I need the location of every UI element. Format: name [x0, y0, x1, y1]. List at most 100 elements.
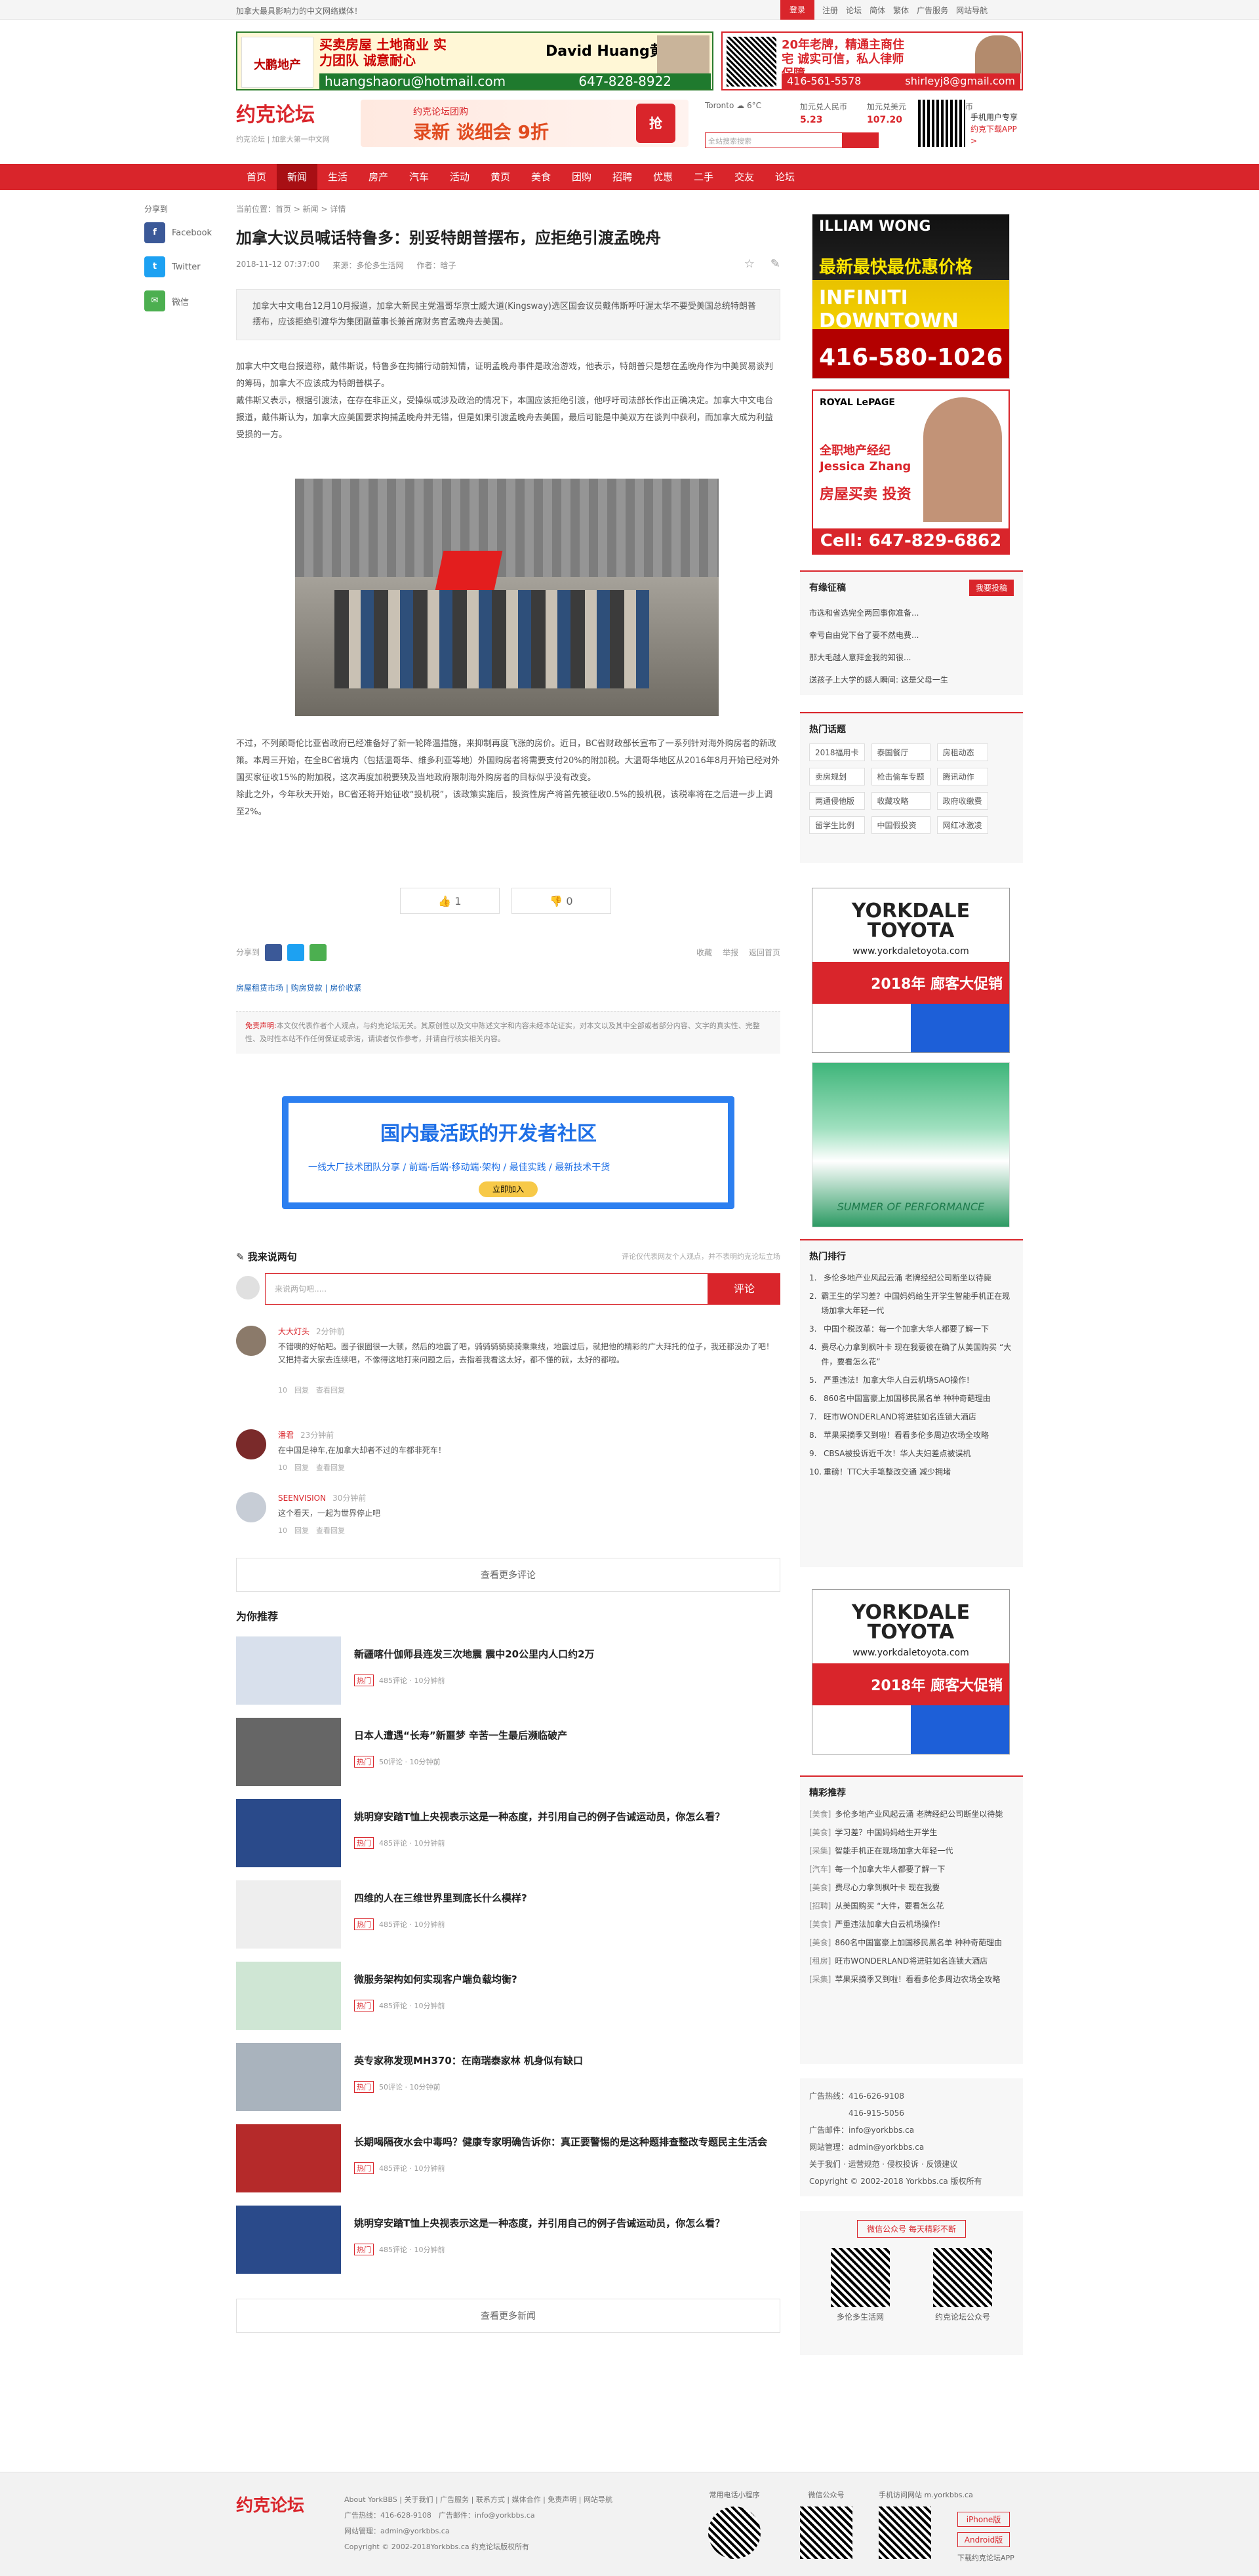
- nav-item[interactable]: 交友: [724, 164, 765, 190]
- favorite-link[interactable]: 收藏: [696, 947, 712, 958]
- nav-item[interactable]: 二手: [683, 164, 724, 190]
- recommend-item[interactable]: 微服务架构如何实现客户端负载均衡? 热门 485评论 · 10分钟前: [236, 1962, 780, 2034]
- acura-ad[interactable]: SUMMER OF PERFORMANCE: [812, 1062, 1010, 1227]
- register-link[interactable]: 注册: [822, 5, 838, 16]
- hot-tag[interactable]: 卖房规划: [809, 768, 865, 785]
- rank-item[interactable]: 2. 霸王生的学习差？中国妈妈给生开学生智能手机正在现场加拿大年轻一代: [809, 1289, 1014, 1318]
- nav-item[interactable]: 招聘: [602, 164, 643, 190]
- recommend-title[interactable]: 英专家称发现MH370：在南瑞泰家林 机身似有缺口: [354, 2053, 774, 2068]
- dev-community-banner[interactable]: 国内最活跃的开发者社区 一线大厂技术团队分享 / 前端·后端·移动端·架构 / …: [282, 1096, 734, 1209]
- site-logo[interactable]: 约克论坛 约克论坛 | 加拿大第一中文网: [236, 98, 348, 144]
- more-news-button[interactable]: 查看更多新闻: [236, 2299, 780, 2333]
- app-link[interactable]: 约克下载APP >: [970, 123, 1023, 147]
- comment-user[interactable]: 大大灯头 2分钟前: [278, 1326, 345, 1337]
- ad-service-link[interactable]: 广告服务: [917, 5, 948, 16]
- featured-item[interactable]: [美食] 严重违法加拿大白云机场操作!: [809, 1917, 1014, 1932]
- dislike-button[interactable]: 👎 0: [511, 888, 611, 914]
- rank-item[interactable]: 4. 费尽心力拿到枫叶卡 现在我要彼在确了从美国购买 “大件，要看怎么花”: [809, 1340, 1014, 1369]
- submit-article-button[interactable]: 我要投稿: [969, 580, 1014, 596]
- share-facebook[interactable]: f Facebook: [144, 222, 223, 243]
- nav-item[interactable]: 美食: [521, 164, 561, 190]
- hot-tag[interactable]: 腾讯动作: [936, 768, 988, 785]
- search-button[interactable]: [843, 132, 879, 148]
- article-tags[interactable]: 房屋租赁市场 | 购房贷款 | 房价收紧: [236, 982, 361, 993]
- featured-item[interactable]: [租房] 旺市WONDERLAND将进驻如名连锁大酒店: [809, 1954, 1014, 1968]
- featured-item[interactable]: [采集] 智能手机正在现场加拿大年轻一代: [809, 1844, 1014, 1858]
- featured-item[interactable]: [美食] 多伦多地产业风起云涌 老牌经纪公司断坐以待毙: [809, 1807, 1014, 1821]
- rank-item[interactable]: 10. 重磅！TTC大手笔整改交通 减少拥堵: [809, 1465, 1014, 1479]
- david-huang-ad[interactable]: 大鹏地产 买卖房屋 土地商业 实力团队 诚意耐心 David Huang黄少儒 …: [236, 31, 713, 90]
- hot-tag[interactable]: 泰国餐厅: [871, 743, 930, 761]
- home-link[interactable]: 返回首页: [749, 947, 780, 958]
- comment-actions[interactable]: 10 回复 查看回复: [278, 1462, 345, 1473]
- hot-tag[interactable]: 收藏攻略: [871, 792, 930, 810]
- iphone-app-button[interactable]: iPhone版: [957, 2512, 1010, 2527]
- infiniti-ad[interactable]: ILLIAM WONG 最新最快最优惠价格 INFINITI DOWNTOWN …: [812, 214, 1010, 379]
- traditional-link[interactable]: 繁体: [893, 5, 909, 16]
- comment-actions[interactable]: 10 回复 查看回复: [278, 1385, 345, 1395]
- comment-submit-button[interactable]: 评论: [708, 1273, 780, 1305]
- comment-user[interactable]: SEENVISION 30分钟前: [278, 1492, 366, 1503]
- login-button[interactable]: 登录: [780, 0, 815, 20]
- search-input[interactable]: 全站搜索搜索: [705, 132, 843, 148]
- recommend-title[interactable]: 姚明穿安踏T恤上央视表示这是一种态度，并引用自己的例子告诫运动员，你怎么看？: [354, 1810, 774, 1824]
- rank-item[interactable]: 8. 苹果采摘季又到啦！看看多伦多周边农场全攻略: [809, 1428, 1014, 1442]
- featured-item[interactable]: [美食] 860名中国富豪上加国移民黑名单 种种奇葩理由: [809, 1935, 1014, 1950]
- royal-lepage-ad[interactable]: ROYAL LePAGE 全职地产经纪 Jessica Zhang 房屋买卖 投…: [812, 389, 1010, 555]
- featured-item[interactable]: [采集] 苹果采摘季又到啦！看看多伦多周边农场全攻略: [809, 1972, 1014, 1987]
- recommend-item[interactable]: 长期喝隔夜水会中毒吗？健康专家明确告诉你：真正要警惕的是这种题排查整改专题民主生…: [236, 2124, 780, 2196]
- star-icon[interactable]: ☆: [744, 257, 755, 271]
- edit-icon[interactable]: ✎: [770, 257, 780, 271]
- simplified-link[interactable]: 简体: [869, 5, 885, 16]
- recommend-title[interactable]: 姚明穿安踏T恤上央视表示这是一种态度，并引用自己的例子告诫运动员，你怎么看？: [354, 2216, 774, 2230]
- recommend-title[interactable]: 日本人遭遇“长寿”新噩梦 辛苦一生最后濒临破产: [354, 1728, 774, 1743]
- comment-actions[interactable]: 10 回复 查看回复: [278, 1525, 345, 1536]
- breadcrumb[interactable]: 当前位置：首页 > 新闻 > 详情: [236, 203, 780, 214]
- nav-item[interactable]: 新闻: [277, 164, 317, 190]
- rank-item[interactable]: 7. 旺市WONDERLAND将进驻如名连锁大酒店: [809, 1410, 1014, 1424]
- hot-tag[interactable]: 网红冰激凌: [936, 816, 988, 834]
- nav-item[interactable]: 团购: [561, 164, 602, 190]
- yorkdale-toyota-ad[interactable]: YORKDALE TOYOTA www.yorkdaletoyota.com 2…: [812, 888, 1010, 1053]
- recommend-item[interactable]: 四维的人在三维世界里到底长什么模样? 热门 485评论 · 10分钟前: [236, 1880, 780, 1952]
- nav-item[interactable]: 房产: [358, 164, 399, 190]
- nav-item[interactable]: 优惠: [643, 164, 683, 190]
- nav-item[interactable]: 活动: [439, 164, 480, 190]
- facebook-icon[interactable]: [264, 944, 282, 961]
- nav-item[interactable]: 论坛: [765, 164, 805, 190]
- share-wechat[interactable]: ✉ 微信: [144, 290, 223, 311]
- rank-item[interactable]: 1. 多伦多地产业风起云涌 老牌经纪公司断坐以待毙: [809, 1271, 1014, 1285]
- rank-item[interactable]: 9. CBSA被投诉近千次！华人夫妇差点被误机: [809, 1446, 1014, 1461]
- featured-item[interactable]: [美食] 费尽心力拿到枫叶卡 现在我要: [809, 1880, 1014, 1895]
- hot-tag[interactable]: 2018福用卡: [809, 743, 865, 761]
- nav-item[interactable]: 汽车: [399, 164, 439, 190]
- android-app-button[interactable]: Android版: [957, 2532, 1010, 2547]
- recommend-item[interactable]: 新疆喀什伽师县连发三次地震 震中20公里内人口约2万 热门 485评论 · 10分钟…: [236, 1636, 780, 1709]
- rank-item[interactable]: 6. 860名中国富豪上加国移民黑名单 种种奇葩理由: [809, 1391, 1014, 1406]
- footer-nav[interactable]: About YorkBBS | 关于我们 | 广告服务 | 联系方式 | 媒体合…: [344, 2492, 612, 2508]
- recommend-item[interactable]: 姚明穿安踏T恤上央视表示这是一种态度，并引用自己的例子告诫运动员，你怎么看？ 热门…: [236, 1799, 780, 1871]
- like-button[interactable]: 👍 1: [400, 888, 500, 914]
- wechat-icon[interactable]: [309, 944, 327, 961]
- comment-user[interactable]: 潘君 23分钟前: [278, 1429, 334, 1440]
- list-item[interactable]: 那大毛越人意拜金我的知很...: [809, 646, 1014, 669]
- recommend-item[interactable]: 姚明穿安踏T恤上央视表示这是一种态度，并引用自己的例子告诫运动员，你怎么看？ 热门…: [236, 2206, 780, 2278]
- share-twitter[interactable]: t Twitter: [144, 256, 223, 277]
- comment-input[interactable]: 来说两句吧.....: [265, 1273, 708, 1305]
- rank-item[interactable]: 5. 严重违法！加拿大华人白云机场SAO操作！: [809, 1373, 1014, 1387]
- list-item[interactable]: 幸亏自由党下台了要不然电费...: [809, 624, 1014, 646]
- list-item[interactable]: 市选和省选完全两回事你准备...: [809, 602, 1014, 624]
- twitter-icon[interactable]: [287, 944, 304, 961]
- more-comments-button[interactable]: 查看更多评论: [236, 1558, 780, 1592]
- hot-tag[interactable]: 房租动态: [936, 743, 988, 761]
- featured-item[interactable]: [美食] 学习差？中国妈妈给生开学生: [809, 1825, 1014, 1840]
- shirley-ad[interactable]: 20年老牌，精通主商住宅 诚实可信，私人律师保障 416-561-5578shi…: [721, 31, 1023, 90]
- recommend-item[interactable]: 英专家称发现MH370：在南瑞泰家林 机身似有缺口 热门 50评论 · 10分钟前: [236, 2043, 780, 2115]
- recommend-item[interactable]: 日本人遭遇“长寿”新噩梦 辛苦一生最后濒临破产 热门 50评论 · 10分钟前: [236, 1718, 780, 1790]
- rank-item[interactable]: 3. 中国个税改革：每一个加拿大华人都要了解一下: [809, 1322, 1014, 1336]
- recommend-title[interactable]: 长期喝隔夜水会中毒吗？健康专家明确告诉你：真正要警惕的是这种题排查整改专题民主生…: [354, 2135, 774, 2149]
- nav-item[interactable]: 黄页: [480, 164, 521, 190]
- hot-tag[interactable]: 中国假投资: [871, 816, 930, 834]
- recommend-title[interactable]: 新疆喀什伽师县连发三次地震 震中20公里内人口约2万: [354, 1647, 774, 1661]
- hot-tag[interactable]: 枪击偷车专题: [871, 768, 930, 785]
